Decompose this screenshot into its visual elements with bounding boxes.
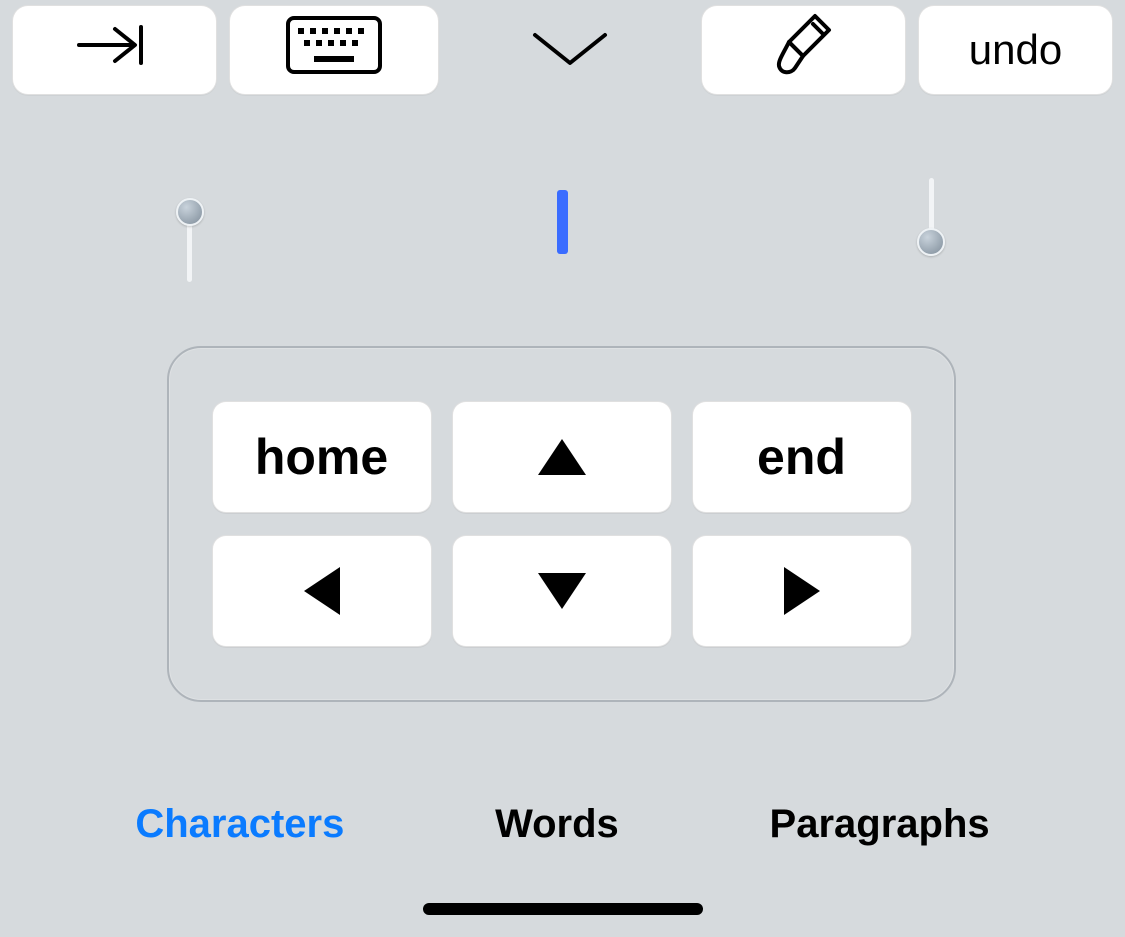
home-label: home	[255, 428, 388, 486]
selection-handle-left[interactable]	[176, 198, 204, 226]
arrow-left-icon	[304, 567, 340, 615]
navigation-pad: home end	[167, 346, 956, 702]
arrow-up-icon	[538, 439, 586, 475]
undo-label: undo	[969, 26, 1062, 74]
arrow-right-button[interactable]	[692, 535, 912, 647]
chevron-down-icon	[525, 59, 615, 74]
arrow-up-button[interactable]	[452, 401, 672, 513]
arrow-down-icon	[538, 573, 586, 609]
end-label: end	[757, 428, 846, 486]
text-caret	[557, 190, 568, 254]
tab-words[interactable]: Words	[495, 802, 619, 847]
end-button[interactable]: end	[692, 401, 912, 513]
keyboard-icon	[284, 14, 384, 86]
tab-characters-label: Characters	[135, 802, 344, 846]
format-brush-button[interactable]	[701, 5, 906, 95]
keyboard-button[interactable]	[229, 5, 439, 95]
selection-handle-stem-left	[187, 222, 192, 282]
paintbrush-icon	[769, 10, 839, 90]
tab-paragraphs[interactable]: Paragraphs	[770, 802, 990, 847]
home-button[interactable]: home	[212, 401, 432, 513]
undo-button[interactable]: undo	[918, 5, 1113, 95]
tab-words-label: Words	[495, 802, 619, 846]
text-selection-area	[0, 160, 1125, 280]
home-indicator[interactable]	[423, 903, 703, 915]
tab-button[interactable]	[12, 5, 217, 95]
tab-characters[interactable]: Characters	[135, 802, 344, 847]
tab-icon	[73, 21, 157, 79]
arrow-right-icon	[784, 567, 820, 615]
arrow-down-button[interactable]	[452, 535, 672, 647]
toolbar: undo	[0, 4, 1125, 96]
selection-handle-right[interactable]	[917, 228, 945, 256]
arrow-left-button[interactable]	[212, 535, 432, 647]
collapse-button[interactable]	[525, 27, 615, 74]
toolbar-center	[451, 5, 689, 95]
granularity-segmented-control: Characters Words Paragraphs	[0, 802, 1125, 847]
tab-paragraphs-label: Paragraphs	[770, 802, 990, 846]
